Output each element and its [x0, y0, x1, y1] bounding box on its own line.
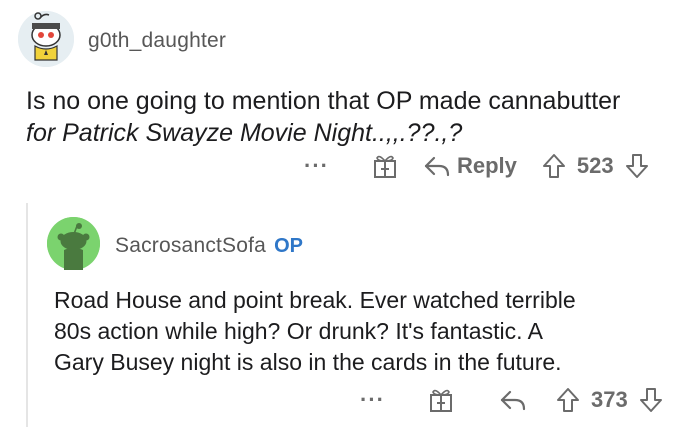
- user-avatar[interactable]: [18, 11, 74, 67]
- comment-username[interactable]: g0th_daughter: [88, 29, 226, 53]
- vote-count: 373: [590, 387, 628, 412]
- reply-username[interactable]: SacrosanctSofa: [115, 234, 266, 258]
- upvote-button[interactable]: [541, 152, 567, 180]
- downvote-button[interactable]: [638, 386, 664, 414]
- reply-label: Reply: [456, 153, 517, 178]
- reply-action-row: ··· 373: [360, 382, 664, 418]
- reply-header: SacrosanctSofa OP: [115, 234, 303, 258]
- gift-icon: [429, 389, 452, 412]
- comment-line-2: for Patrick Swayze Movie Night..,,.??.,?: [26, 117, 676, 149]
- comment-body: Is no one going to mention that OP made …: [26, 85, 676, 149]
- reply-button[interactable]: [499, 388, 527, 412]
- upvote-icon: [542, 154, 565, 178]
- award-button[interactable]: [371, 152, 399, 180]
- downvote-icon: [639, 388, 662, 412]
- vote-count: 523: [576, 153, 614, 178]
- upvote-button[interactable]: [555, 386, 581, 414]
- award-button[interactable]: [427, 386, 455, 414]
- reply-line: Gary Busey night is also in the cards in…: [54, 349, 562, 375]
- gift-icon: [373, 155, 396, 178]
- downvote-icon: [625, 154, 648, 178]
- thread-line[interactable]: [26, 203, 28, 427]
- op-avatar[interactable]: [47, 217, 100, 270]
- reply-arrow-icon: [500, 390, 526, 411]
- reply-line: 80s action while high? Or drunk? It's fa…: [54, 318, 543, 344]
- upvote-icon: [556, 388, 579, 412]
- op-badge: OP: [274, 235, 303, 257]
- more-options-button[interactable]: ···: [304, 153, 329, 179]
- more-options-button[interactable]: ···: [360, 387, 385, 413]
- snoo-avatar-icon: [18, 11, 74, 67]
- reply-button[interactable]: Reply: [423, 153, 517, 179]
- comment-action-row: ··· Reply 523: [304, 148, 650, 184]
- snoo-avatar-icon: [47, 217, 100, 270]
- reply-line: Road House and point break. Ever watched…: [54, 287, 576, 313]
- reply-body: Road House and point break. Ever watched…: [54, 285, 684, 378]
- reply-arrow-icon: [424, 156, 450, 177]
- comment-italic-text: for Patrick Swayze Movie Night..,,.??.,?: [26, 119, 463, 147]
- comment-line-1: Is no one going to mention that OP made …: [26, 87, 621, 115]
- downvote-button[interactable]: [624, 152, 650, 180]
